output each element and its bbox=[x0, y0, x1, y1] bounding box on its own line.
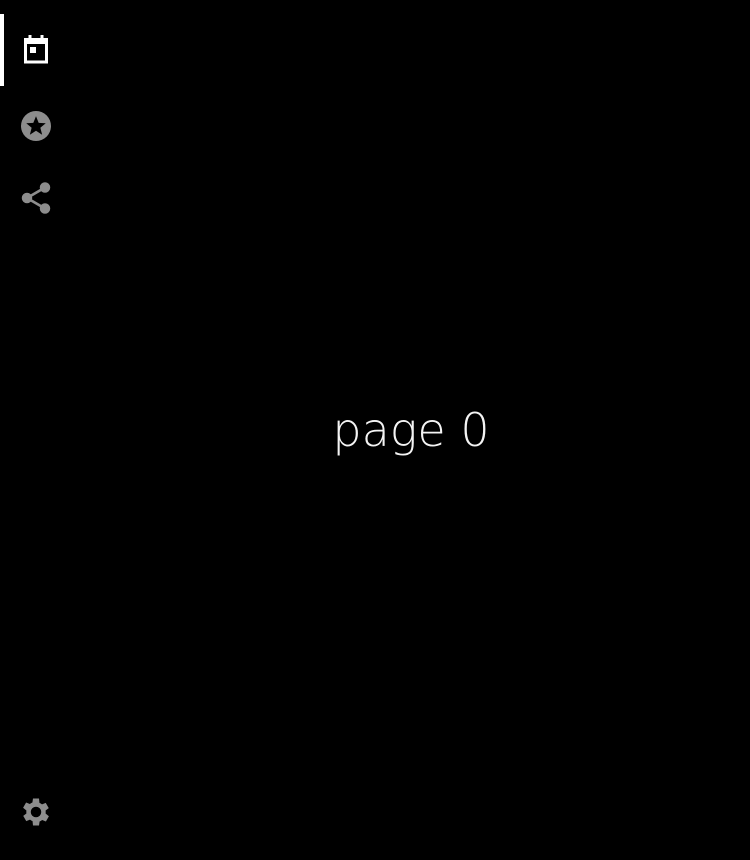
share-icon bbox=[21, 182, 51, 214]
nav-item-settings[interactable] bbox=[0, 776, 72, 848]
calendar-icon bbox=[24, 35, 48, 64]
page-label: page 0 bbox=[332, 403, 490, 457]
nav-item-favorites[interactable] bbox=[0, 90, 72, 162]
main-content: page 0 bbox=[72, 0, 750, 860]
gear-icon bbox=[23, 798, 49, 826]
navigation-rail bbox=[0, 0, 72, 860]
nav-item-calendar[interactable] bbox=[0, 14, 72, 86]
nav-item-share[interactable] bbox=[0, 162, 72, 234]
star-circle-icon bbox=[21, 111, 51, 141]
